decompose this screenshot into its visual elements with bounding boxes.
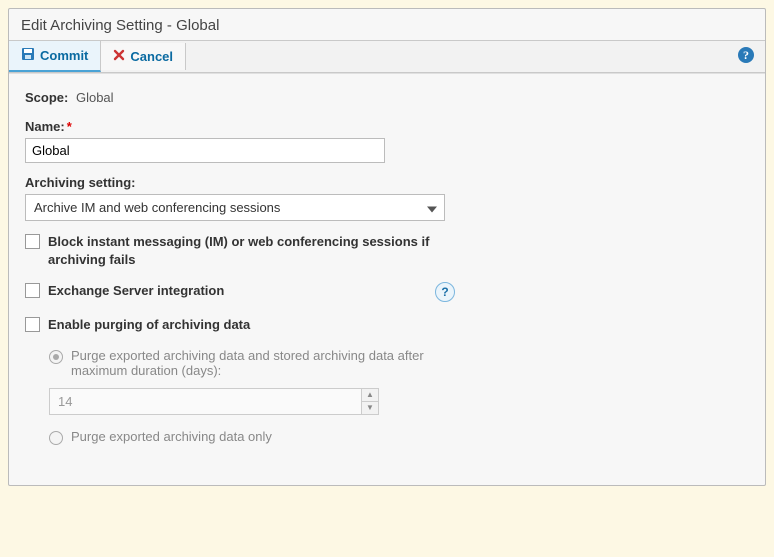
archiving-setting-select[interactable]: Archive IM and web conferencing sessions	[25, 194, 445, 221]
content-area: Scope: Global Name:* Archiving setting: …	[9, 73, 765, 485]
name-input[interactable]	[25, 138, 385, 163]
help-button[interactable]: ?	[737, 46, 755, 67]
cancel-label: Cancel	[130, 49, 173, 64]
archiving-setting-label: Archiving setting:	[25, 175, 749, 190]
block-on-fail-checkbox[interactable]	[25, 234, 40, 249]
archiving-setting-value: Archive IM and web conferencing sessions	[25, 194, 445, 221]
commit-button[interactable]: Commit	[9, 41, 101, 72]
purge-options: Purge exported archiving data and stored…	[49, 348, 749, 445]
name-row: Name:*	[25, 119, 749, 163]
archiving-setting-row: Archiving setting: Archive IM and web co…	[25, 175, 749, 221]
cancel-icon	[113, 49, 125, 64]
scope-label: Scope:	[25, 90, 68, 105]
exchange-help-icon[interactable]: ?	[435, 282, 455, 302]
spinner-up-icon[interactable]: ▲	[362, 389, 378, 402]
dialog-window: Edit Archiving Setting - Global Commit C…	[8, 8, 766, 486]
cancel-button[interactable]: Cancel	[101, 43, 186, 70]
purge-days-spinner[interactable]: 14 ▲ ▼	[49, 388, 379, 415]
enable-purge-checkbox[interactable]	[25, 317, 40, 332]
required-indicator: *	[67, 119, 72, 134]
dialog-title: Edit Archiving Setting - Global	[9, 9, 765, 40]
enable-purge-row: Enable purging of archiving data	[25, 316, 455, 334]
block-on-fail-row: Block instant messaging (IM) or web conf…	[25, 233, 455, 268]
scope-value: Global	[76, 90, 114, 105]
purge-exported-only-radio[interactable]	[49, 431, 63, 445]
exchange-integration-label: Exchange Server integration	[48, 282, 224, 300]
purge-exported-only-row: Purge exported archiving data only	[49, 429, 449, 445]
purge-days-value: 14	[49, 388, 361, 415]
svg-text:?: ?	[743, 48, 749, 62]
block-on-fail-label: Block instant messaging (IM) or web conf…	[48, 233, 455, 268]
spinner-down-icon[interactable]: ▼	[362, 402, 378, 414]
toolbar: Commit Cancel ?	[9, 40, 765, 73]
purge-duration-radio[interactable]	[49, 350, 63, 364]
save-icon	[21, 47, 35, 64]
exchange-integration-checkbox[interactable]	[25, 283, 40, 298]
enable-purge-label: Enable purging of archiving data	[48, 316, 250, 334]
purge-duration-row: Purge exported archiving data and stored…	[49, 348, 449, 378]
name-label-text: Name:	[25, 119, 65, 134]
purge-duration-label: Purge exported archiving data and stored…	[71, 348, 449, 378]
spinner-buttons: ▲ ▼	[361, 388, 379, 415]
scope-row: Scope: Global	[25, 90, 749, 105]
name-label: Name:*	[25, 119, 749, 134]
purge-exported-only-label: Purge exported archiving data only	[71, 429, 272, 444]
exchange-integration-row: Exchange Server integration ?	[25, 282, 455, 302]
commit-label: Commit	[40, 48, 88, 63]
